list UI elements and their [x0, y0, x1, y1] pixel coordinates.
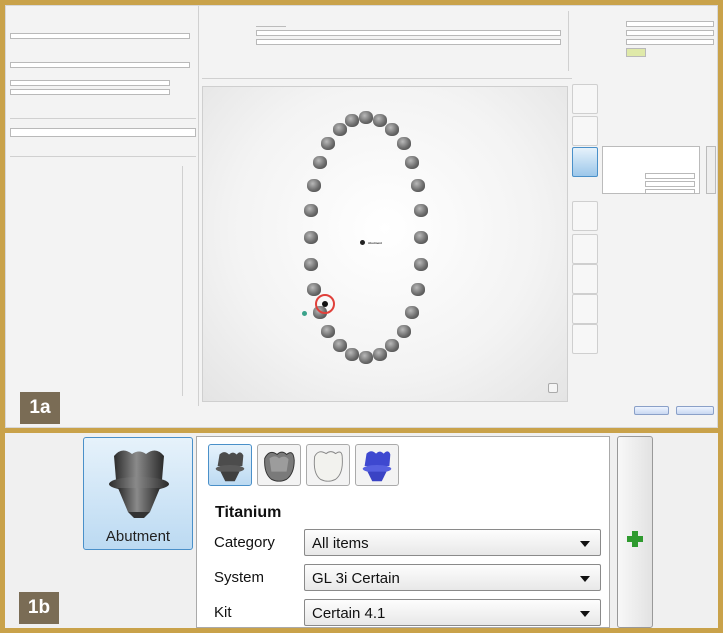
- tooth-model[interactable]: [414, 231, 428, 244]
- material-group: Titanium Category All items System GL 3i…: [196, 436, 610, 628]
- sidebar-dropdown-1[interactable]: [10, 33, 190, 39]
- tooth-model[interactable]: [332, 122, 347, 136]
- right-field-3[interactable]: [626, 39, 714, 45]
- tooth-model[interactable]: [303, 257, 318, 271]
- mini-system-dropdown[interactable]: [645, 181, 695, 187]
- tooth-model[interactable]: [359, 111, 373, 124]
- coping-tool-button[interactable]: [572, 116, 598, 146]
- tooth-model[interactable]: [306, 178, 321, 192]
- order-field-2[interactable]: [256, 30, 561, 36]
- sidebar-field-1[interactable]: [10, 80, 170, 86]
- tooth-model[interactable]: [385, 122, 400, 136]
- panel-1a-order-form: Abutment 1a: [5, 5, 718, 428]
- color-swatch[interactable]: [626, 48, 646, 57]
- kit-dropdown[interactable]: Certain 4.1: [304, 599, 601, 626]
- tooth-model[interactable]: [321, 324, 336, 338]
- tooth-model[interactable]: [414, 204, 429, 218]
- mini-category-dropdown[interactable]: [645, 173, 695, 179]
- cancel-button[interactable]: [676, 406, 714, 415]
- category-value: All items: [312, 535, 369, 552]
- tooth-model[interactable]: [372, 347, 387, 361]
- model-tool-button[interactable]: [572, 294, 598, 324]
- tooth-model[interactable]: [405, 156, 420, 170]
- add-abutment-button[interactable]: [617, 436, 653, 628]
- abutment-icon: [109, 450, 169, 518]
- right-field-2[interactable]: [626, 30, 714, 36]
- order-number-field[interactable]: [256, 21, 286, 27]
- viewer-corner-icon[interactable]: [548, 383, 558, 393]
- ok-button[interactable]: [634, 406, 669, 415]
- selected-tooth-dot: [322, 301, 328, 307]
- tooth-model[interactable]: [411, 178, 426, 192]
- tooth-model[interactable]: [405, 305, 420, 319]
- material-heading: Titanium: [215, 504, 282, 521]
- abutment-marker: [360, 240, 365, 245]
- right-field-1[interactable]: [626, 21, 714, 27]
- sidebar-search-input[interactable]: [10, 128, 196, 137]
- tooth-model[interactable]: [345, 347, 360, 361]
- panel-1b-abutment-settings: Abutment Titanium Category All items Sys…: [5, 433, 718, 628]
- tooth-model[interactable]: [303, 204, 318, 218]
- other-tool-button[interactable]: [572, 324, 598, 354]
- tooth-model[interactable]: [385, 339, 400, 353]
- mini-material-panel: [602, 146, 700, 194]
- abutment-marker-label: Abutment: [368, 241, 382, 245]
- tooth-model[interactable]: [372, 114, 387, 127]
- chevron-down-icon: [580, 541, 590, 547]
- material-ceramic-crown-button[interactable]: [306, 444, 350, 486]
- category-label: Category: [214, 534, 275, 551]
- category-dropdown[interactable]: All items: [304, 529, 601, 556]
- chevron-down-icon: [580, 611, 590, 617]
- material-zirconia-button[interactable]: [355, 444, 399, 486]
- material-metal-crown-button[interactable]: [257, 444, 301, 486]
- abutment-button-label: Abutment: [105, 528, 171, 545]
- titanium-abutment-icon: [215, 452, 245, 482]
- tooth-model[interactable]: [304, 231, 318, 244]
- tooth-model[interactable]: [312, 156, 327, 170]
- metal-crown-icon: [264, 451, 295, 482]
- mini-kit-dropdown[interactable]: [645, 189, 695, 194]
- system-dropdown[interactable]: GL 3i Certain: [304, 564, 601, 591]
- order-field-3[interactable]: [256, 39, 561, 45]
- tooth-model[interactable]: [411, 283, 426, 297]
- mini-add-button[interactable]: [706, 146, 716, 194]
- tooth-model[interactable]: [396, 324, 411, 338]
- tooth-model[interactable]: [345, 114, 360, 127]
- kit-label: Kit: [214, 604, 232, 621]
- tooth-model[interactable]: [321, 137, 336, 151]
- system-label: System: [214, 569, 265, 586]
- kit-value: Certain 4.1: [312, 605, 386, 622]
- bar-tool-button[interactable]: [572, 201, 598, 231]
- figure-label-1b: 1b: [19, 592, 59, 624]
- tooth-model[interactable]: [396, 137, 411, 151]
- tooth-indicator-icon: [302, 311, 307, 316]
- figure-label-1a: 1a: [20, 392, 60, 424]
- sidebar-dropdown-2[interactable]: [10, 62, 190, 68]
- tooth-model[interactable]: [306, 283, 321, 297]
- sidebar-field-2[interactable]: [10, 89, 170, 95]
- abutment-button[interactable]: Abutment: [83, 437, 193, 550]
- abutment-tool-button[interactable]: [572, 147, 598, 177]
- tooth-model[interactable]: [359, 351, 373, 364]
- tooth-model[interactable]: [332, 339, 347, 353]
- material-titanium-button[interactable]: [208, 444, 252, 486]
- plus-icon: [627, 531, 643, 547]
- white-crown-icon: [313, 451, 343, 482]
- tooth-model[interactable]: [414, 257, 429, 271]
- blue-abutment-icon: [362, 451, 392, 482]
- crown-tool-button[interactable]: [572, 84, 598, 114]
- chevron-down-icon: [580, 576, 590, 582]
- system-value: GL 3i Certain: [312, 570, 400, 587]
- jaw-viewer[interactable]: Abutment: [202, 86, 568, 402]
- gingiva-tool-button[interactable]: [572, 264, 598, 294]
- inlay-tool-button[interactable]: [572, 234, 598, 264]
